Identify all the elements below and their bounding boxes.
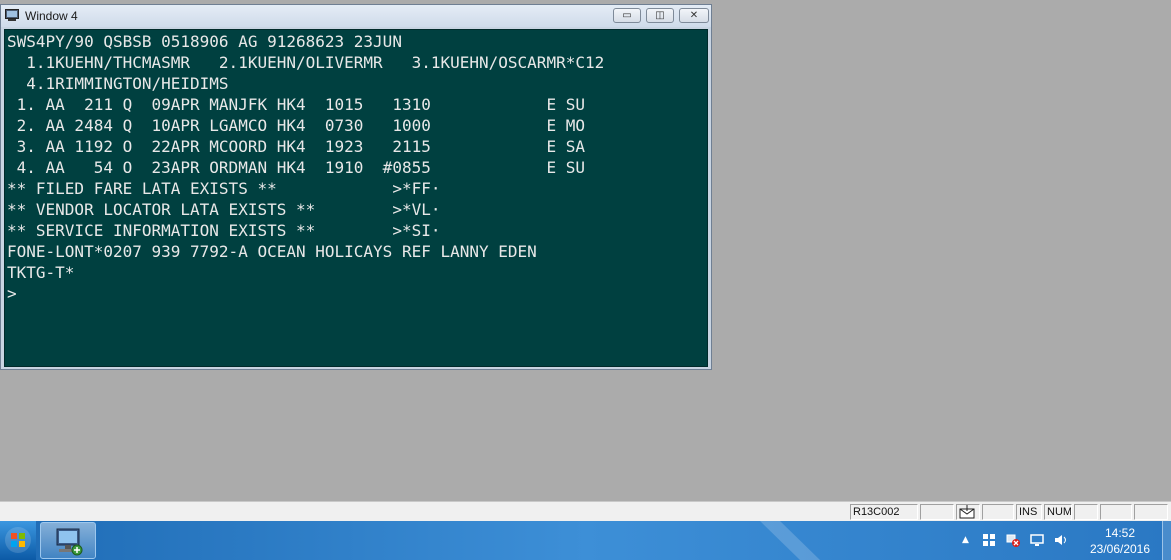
taskbar-sheen <box>760 521 820 560</box>
close-button[interactable]: ✕ <box>679 8 709 23</box>
terminal-line: TKTG-T* <box>7 263 75 282</box>
terminal-line: 4. AA 54 O 23APR ORDMAN HK4 1910 #0855 E… <box>7 158 585 177</box>
window-title: Window 4 <box>25 9 78 23</box>
network-error-icon[interactable] <box>1006 533 1020 547</box>
status-cell-blank <box>1100 504 1132 520</box>
status-cell-blank <box>1074 504 1098 520</box>
terminal-line: 2. AA 2484 Q 10APR LGAMCO HK4 0730 1000 … <box>7 116 585 135</box>
minimize-button[interactable]: ▭ <box>613 8 641 23</box>
terminal-window[interactable]: Window 4 ▭ ◫ ✕ SWS4PY/90 QSBSB 0518906 A… <box>0 4 712 370</box>
maximize-icon: ◫ <box>655 10 665 21</box>
terminal-line: 3. AA 1192 O 22APR MCOORD HK4 1923 2115 … <box>7 137 585 156</box>
cursor-position: R13C002 <box>850 504 918 520</box>
taskbar: ▲ 14:52 23/06/2016 <box>0 521 1171 560</box>
title-bar[interactable]: Window 4 ▭ ◫ ✕ <box>1 5 711 27</box>
terminal-line: ** VENDOR LOCATOR LATA EXISTS ** >*VL· <box>7 200 441 219</box>
terminal-line: 4.1RIMMINGTON/HEIDIMS <box>7 74 229 93</box>
display-icon[interactable] <box>1030 533 1044 547</box>
minimize-icon: ▭ <box>622 10 632 21</box>
taskbar-terminal-app[interactable] <box>40 522 96 559</box>
maximize-button[interactable]: ◫ <box>646 8 674 23</box>
tray-expand-icon[interactable]: ▲ <box>962 534 976 548</box>
close-icon: ✕ <box>689 10 699 21</box>
status-cell-blank <box>982 504 1014 520</box>
terminal-line: ** FILED FARE LATA EXISTS ** >*FF· <box>7 179 441 198</box>
system-clock[interactable]: 14:52 23/06/2016 <box>1080 525 1160 557</box>
status-bar: R13C002 INS NUM <box>0 501 1171 521</box>
command-prompt[interactable]: > <box>7 283 17 304</box>
insert-mode-indicator: INS <box>1016 504 1042 520</box>
volume-icon[interactable] <box>1054 533 1068 547</box>
mail-icon <box>959 505 975 519</box>
show-desktop-button[interactable] <box>1162 521 1171 560</box>
terminal-line: SWS4PY/90 QSBSB 0518906 AG 91268623 23JU… <box>7 32 402 51</box>
terminal-app-icon <box>5 9 19 21</box>
status-cell-blank <box>920 504 954 520</box>
windows-logo-icon <box>5 527 31 553</box>
clock-date: 23/06/2016 <box>1089 542 1151 556</box>
action-center-icon[interactable] <box>982 533 996 547</box>
start-button[interactable] <box>0 521 36 560</box>
terminal-line: 1.1KUEHN/THCMASMR 2.1KUEHN/OLIVERMR 3.1K… <box>7 53 605 72</box>
terminal-line: ** SERVICE INFORMATION EXISTS ** >*SI· <box>7 221 441 240</box>
num-lock-indicator: NUM <box>1044 504 1072 520</box>
terminal-line: 1. AA 211 Q 09APR MANJFK HK4 1015 1310 E… <box>7 95 585 114</box>
status-cell-blank <box>1134 504 1168 520</box>
mail-indicator[interactable] <box>956 504 980 520</box>
terminal-line: FONE-LONT*0207 939 7792-A OCEAN HOLICAYS… <box>7 242 537 261</box>
clock-time: 14:52 <box>1104 526 1136 540</box>
computer-network-icon <box>56 528 83 556</box>
terminal-screen[interactable]: SWS4PY/90 QSBSB 0518906 AG 91268623 23JU… <box>4 29 708 367</box>
